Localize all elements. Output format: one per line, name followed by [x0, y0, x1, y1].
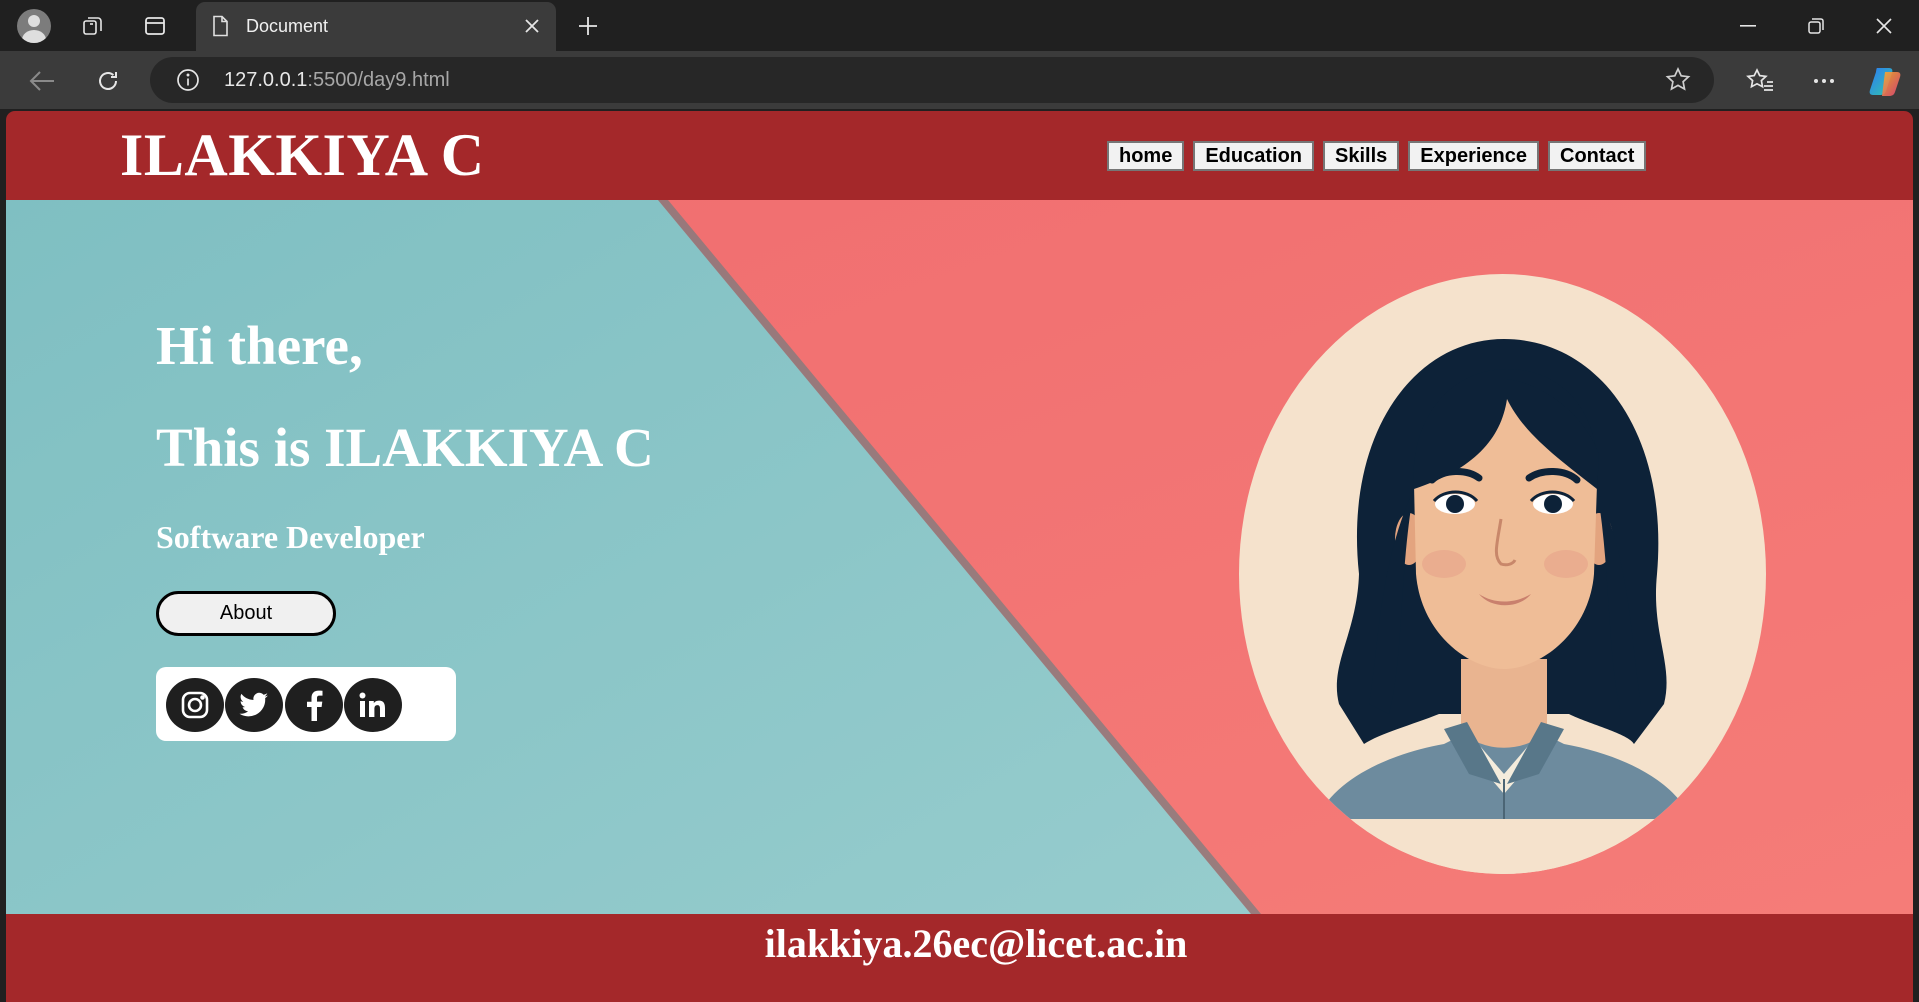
linkedin-icon[interactable] — [344, 678, 402, 732]
hero-greeting: Hi there, — [156, 315, 363, 376]
hero-section: Hi there, This is ILAKKIYA C Software De… — [6, 200, 1913, 914]
plus-icon[interactable] — [570, 8, 606, 44]
profile-portrait — [1239, 274, 1766, 874]
workspaces-icon[interactable] — [76, 10, 110, 42]
browser-toolbar: 127.0.0.1:5500/day9.html — [0, 51, 1919, 109]
copilot-icon[interactable] — [1866, 61, 1906, 101]
window-close-icon[interactable] — [1864, 10, 1904, 42]
vertical-tabs-icon[interactable] — [138, 10, 172, 42]
browser-tab-document[interactable]: Document — [196, 2, 556, 51]
back-arrow-icon[interactable] — [22, 61, 62, 101]
site-nav: home Education Skills Experience Contact — [1107, 141, 1647, 171]
restore-icon[interactable] — [1796, 10, 1836, 42]
reload-icon[interactable] — [88, 61, 128, 101]
site-header: ILAKKIYA C home Education Skills Experie… — [6, 111, 1913, 200]
page-viewport: ILAKKIYA C home Education Skills Experie… — [6, 111, 1913, 1002]
favorites-icon[interactable] — [1740, 61, 1780, 101]
footer-email[interactable]: ilakkiya.26ec@licet.ac.in — [6, 920, 1913, 967]
url-host: 127.0.0.1 — [224, 69, 308, 91]
nav-experience-button[interactable]: Experience — [1408, 141, 1540, 171]
avatar-illustration — [1309, 339, 1699, 874]
more-icon[interactable] — [1804, 61, 1844, 101]
nav-home-button[interactable]: home — [1107, 141, 1185, 171]
nav-education-button[interactable]: Education — [1193, 141, 1315, 171]
minimize-icon[interactable] — [1728, 10, 1768, 42]
nav-contact-button[interactable]: Contact — [1548, 141, 1647, 171]
instagram-icon[interactable] — [166, 678, 224, 732]
url-path: :5500/day9.html — [307, 69, 450, 91]
site-footer: ilakkiya.26ec@licet.ac.in — [6, 914, 1913, 1002]
social-links — [156, 667, 456, 741]
document-icon — [213, 15, 228, 37]
twitter-icon[interactable] — [225, 678, 283, 732]
profile-avatar[interactable] — [17, 9, 51, 43]
hero-intro: This is ILAKKIYA C — [156, 417, 654, 478]
site-logo: ILAKKIYA C — [120, 122, 485, 188]
nav-skills-button[interactable]: Skills — [1323, 141, 1400, 171]
browser-tab-bar: Document — [0, 0, 1919, 51]
about-button[interactable]: About — [156, 591, 336, 636]
facebook-icon[interactable] — [285, 678, 343, 732]
tab-title: Document — [246, 16, 329, 36]
url-text[interactable]: 127.0.0.1:5500/day9.html — [224, 69, 450, 92]
star-icon[interactable] — [1664, 66, 1692, 94]
address-bar[interactable]: 127.0.0.1:5500/day9.html — [150, 57, 1714, 103]
close-icon[interactable] — [518, 12, 546, 40]
hero-role: Software Developer — [156, 519, 425, 555]
info-icon[interactable] — [176, 68, 200, 92]
